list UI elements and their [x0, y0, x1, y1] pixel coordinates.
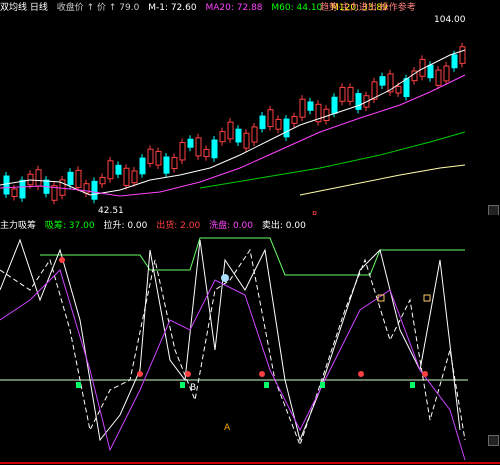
white-osc-line [0, 238, 461, 442]
low-price-label: 42.51 [98, 206, 124, 215]
indicator-panel[interactable]: B A [0, 230, 500, 465]
candle-body [379, 76, 386, 86]
white-dashed-line [0, 248, 466, 447]
candle-body [395, 85, 402, 94]
signal-label: B [190, 383, 196, 393]
candle-body [403, 78, 410, 98]
magenta-osc-line [0, 269, 466, 461]
signal-red-icon [259, 371, 265, 377]
candle-body [283, 118, 290, 138]
signal-red-icon [422, 371, 428, 377]
signal-red-icon [137, 371, 143, 377]
candle-body [267, 109, 274, 128]
v1-value: 吸筹: 37.00 [44, 221, 95, 230]
indicator-svg: B A [0, 237, 500, 464]
candle-body [235, 128, 242, 143]
signal-markers [59, 257, 431, 388]
candle-body [211, 139, 218, 159]
candle-body [459, 46, 466, 64]
candle-body [291, 116, 298, 124]
candle-body [19, 179, 26, 199]
price-chart-panel[interactable]: 104.00 42.51 R [0, 10, 500, 216]
candle-body [91, 180, 98, 200]
candle-body [219, 131, 226, 143]
candle-body [75, 169, 82, 188]
candle-body [131, 170, 138, 184]
candle-body [187, 138, 194, 148]
candle-body [179, 142, 186, 161]
sub-indicator-header: 主力吸筹 吸筹: 37.00 拉升: 0.00 出货: 2.00 洗盘: 0.0… [0, 218, 500, 230]
signal-green-icon [76, 382, 81, 388]
square-marker-icon [423, 294, 431, 302]
candle-body [155, 150, 162, 166]
candle-body [307, 101, 314, 111]
ma-yellow-line [299, 164, 466, 196]
candle-body [11, 188, 18, 197]
high-price-label: 104.00 [434, 15, 466, 25]
candle-body [27, 173, 34, 186]
candle-body [227, 121, 234, 140]
candle-body [331, 96, 338, 114]
candle-body [99, 177, 106, 185]
green-step-line [40, 237, 465, 276]
candle-body [203, 149, 210, 158]
v3-value: 出货: 2.00 [156, 221, 201, 230]
candle-body [115, 164, 122, 175]
candle-body [323, 108, 330, 122]
candle-body [195, 137, 202, 157]
candle-body [123, 167, 130, 186]
v4-value: 洗盘: 0.00 [209, 221, 253, 230]
signal-red-icon [59, 257, 65, 263]
candle-body [3, 175, 10, 195]
candle-body [259, 115, 266, 130]
signal-green-icon [180, 382, 185, 388]
candle-body [451, 54, 458, 69]
candle-body [35, 169, 42, 187]
sub-indicator-name[interactable]: 主力吸筹 [0, 221, 36, 230]
candle-body [107, 160, 114, 180]
candle-body [443, 65, 450, 82]
v5-value: 卖出: 0.00 [261, 221, 306, 230]
candle-body [243, 132, 250, 149]
candle-body [251, 126, 258, 143]
signal-green-icon [320, 382, 325, 388]
candle-body [435, 69, 442, 86]
candle-body [355, 92, 362, 110]
v2-value: 拉升: 0.00 [103, 221, 148, 230]
candle-body [147, 148, 154, 164]
candle-body [347, 86, 354, 102]
price-chart-svg: 104.00 42.51 R [0, 15, 466, 215]
signal-red-icon [358, 371, 364, 377]
candle-body [427, 64, 434, 79]
candle-body [275, 118, 282, 130]
candle-body [299, 98, 306, 118]
bottom-marker: A [224, 423, 231, 433]
candle-body [339, 86, 346, 102]
blue-dot-icon [221, 274, 229, 282]
signal-green-icon [264, 382, 269, 388]
candle-body [171, 157, 178, 170]
signal-green-icon [410, 382, 415, 388]
candle-body [163, 156, 170, 174]
candlesticks [3, 42, 466, 205]
candle-body [67, 171, 74, 185]
signal-red-icon [185, 371, 191, 377]
candle-body [139, 157, 146, 175]
scroll-down-icon[interactable] [488, 435, 499, 446]
